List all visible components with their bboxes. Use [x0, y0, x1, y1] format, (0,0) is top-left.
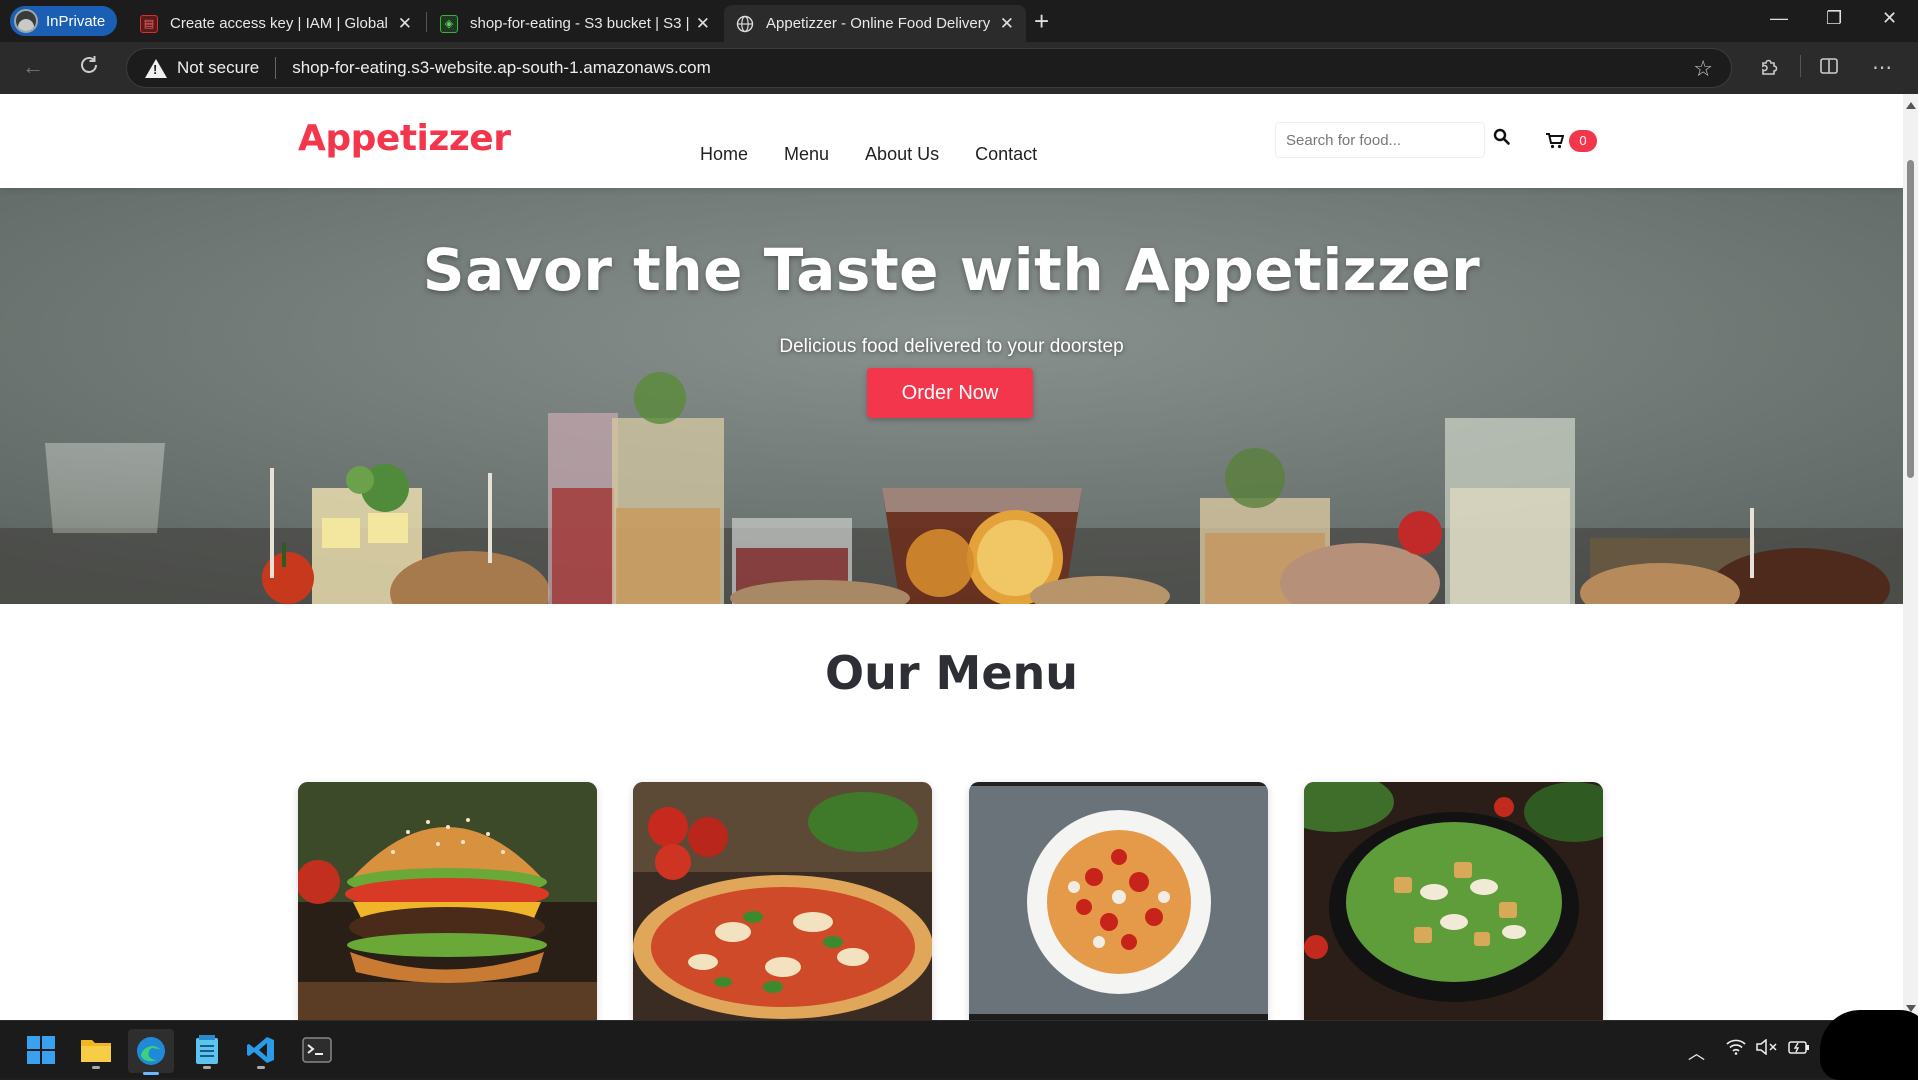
menu-card-burger[interactable] [298, 782, 597, 1020]
nav-about-us[interactable]: About Us [865, 144, 939, 165]
vscode-icon[interactable] [244, 1033, 278, 1069]
tab-divider [426, 12, 427, 32]
wifi-icon[interactable] [1726, 1039, 1746, 1060]
order-now-button[interactable]: Order Now [867, 368, 1033, 418]
s3-icon: ◈ [440, 14, 458, 33]
pasta-image [969, 782, 1268, 1020]
tab-title: shop-for-eating - S3 bucket | S3 | [470, 15, 690, 32]
hero-subtitle: Delicious food delivered to your doorste… [779, 336, 1124, 357]
burger-image [298, 782, 597, 1020]
redaction-mark [1820, 1010, 1918, 1080]
menu-card-pasta[interactable] [969, 782, 1268, 1020]
extensions-icon[interactable] [1758, 55, 1780, 83]
tab-iam[interactable]: ▤ Create access key | IAM | Global ✕ [128, 5, 424, 42]
hero-title: Savor the Taste with Appetizzer [422, 236, 1481, 304]
warning-icon [145, 58, 167, 78]
terminal-icon[interactable] [300, 1033, 334, 1067]
running-indicator [257, 1066, 265, 1069]
nav-contact[interactable]: Contact [975, 144, 1037, 165]
tab-title: Create access key | IAM | Global [170, 15, 388, 32]
cart-count-badge: 0 [1569, 130, 1597, 152]
search-icon[interactable] [1493, 128, 1511, 148]
close-window-icon[interactable]: ✕ [1882, 8, 1897, 29]
nav-home[interactable]: Home [700, 144, 748, 165]
url-text[interactable]: shop-for-eating.s3-website.ap-south-1.am… [292, 58, 711, 78]
active-indicator [143, 1072, 159, 1075]
new-tab-button[interactable]: + [1034, 6, 1049, 37]
file-explorer-icon[interactable] [79, 1033, 113, 1069]
inprivate-label: InPrivate [46, 12, 106, 30]
scrollbar-thumb[interactable] [1907, 160, 1914, 478]
back-icon[interactable]: ← [22, 54, 44, 80]
edge-icon[interactable] [128, 1029, 174, 1075]
page-scrollbar[interactable] [1903, 94, 1918, 1020]
globe-icon [736, 15, 754, 33]
main-nav: Home Menu About Us Contact [700, 144, 1037, 165]
restore-icon[interactable]: ❐ [1826, 8, 1842, 29]
salad-image [1304, 782, 1603, 1020]
site-header: Appetizzer Home Menu About Us Contact 0 [0, 94, 1903, 188]
cart-button[interactable]: 0 [1546, 130, 1597, 152]
address-toolbar: ← Not secure shop-for-eating.s3-website.… [0, 42, 1918, 94]
minimize-icon[interactable]: — [1770, 8, 1788, 29]
notepad-icon[interactable] [190, 1033, 224, 1069]
more-options-icon[interactable]: ⋯ [1872, 55, 1892, 80]
search-input[interactable] [1275, 122, 1485, 158]
start-icon[interactable] [24, 1033, 58, 1067]
avatar [14, 9, 38, 33]
battery-icon[interactable] [1788, 1039, 1810, 1060]
toolbar-divider [1800, 55, 1801, 77]
close-icon[interactable]: ✕ [696, 14, 710, 34]
close-icon[interactable]: ✕ [1000, 14, 1014, 34]
favorite-star-icon[interactable]: ☆ [1693, 56, 1713, 82]
tab-appetizzer[interactable]: Appetizzer - Online Food Delivery ✕ [724, 5, 1026, 42]
page-viewport: Appetizzer Home Menu About Us Contact 0 [0, 94, 1903, 1020]
pizza-image [633, 782, 932, 1020]
tab-strip: InPrivate ▤ Create access key | IAM | Gl… [0, 0, 1918, 42]
address-bar[interactable]: Not secure shop-for-eating.s3-website.ap… [126, 48, 1732, 88]
speaker-muted-icon[interactable] [1756, 1038, 1778, 1060]
cart-icon [1546, 133, 1564, 149]
menu-section-title: Our Menu [824, 646, 1079, 700]
inprivate-profile-button[interactable]: InPrivate [10, 6, 118, 36]
scroll-up-icon[interactable] [1906, 102, 1916, 109]
divider [275, 57, 277, 79]
menu-card-salad[interactable] [1304, 782, 1603, 1020]
iam-icon: ▤ [140, 14, 158, 33]
refresh-icon[interactable] [78, 54, 100, 82]
running-indicator [92, 1066, 100, 1069]
close-icon[interactable]: ✕ [398, 14, 412, 34]
running-indicator [203, 1066, 211, 1069]
chevron-up-icon[interactable]: ︿ [1688, 1039, 1705, 1064]
hero-banner: Savor the Taste with Appetizzer Deliciou… [0, 188, 1903, 604]
security-status[interactable]: Not secure [177, 58, 259, 78]
tab-s3[interactable]: ◈ shop-for-eating - S3 bucket | S3 | ✕ [428, 5, 722, 42]
nav-menu[interactable]: Menu [784, 144, 829, 165]
tab-title: Appetizzer - Online Food Delivery [766, 15, 991, 32]
menu-card-pizza[interactable] [633, 782, 932, 1020]
split-screen-icon[interactable] [1818, 55, 1840, 83]
site-logo[interactable]: Appetizzer [298, 118, 511, 159]
taskbar: ︿ [0, 1020, 1918, 1078]
